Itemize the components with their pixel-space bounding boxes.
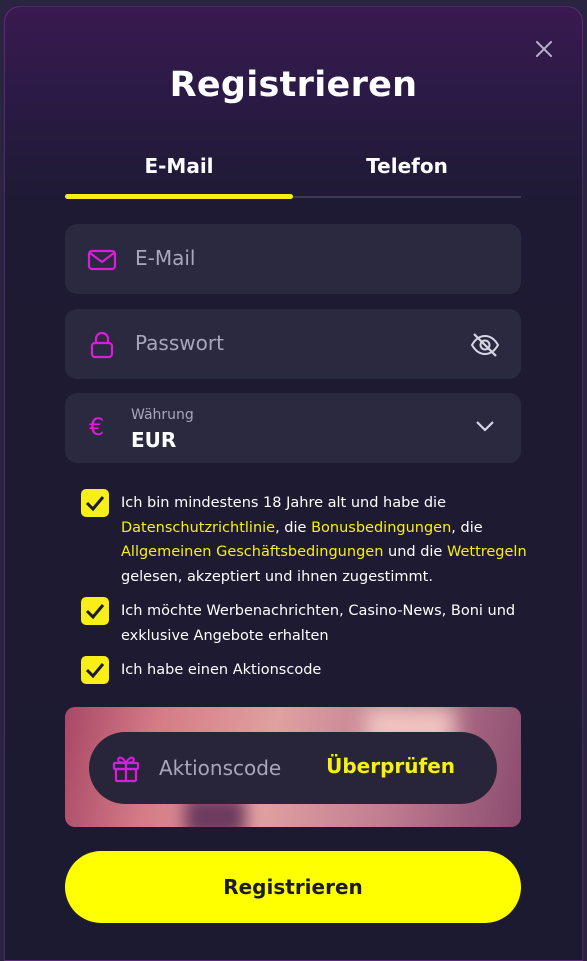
consent-terms-text: Ich bin mindestens 18 Jahre alt und habe…	[121, 491, 533, 589]
privacy-policy-link[interactable]: Datenschutzrichtlinie	[121, 520, 275, 536]
lock-icon	[90, 331, 114, 359]
promo-code-checkbox[interactable]	[81, 656, 109, 684]
close-icon[interactable]	[532, 37, 556, 61]
email-field[interactable]: E-Mail	[65, 224, 521, 294]
consent-terms-text-part: Ich bin mindestens 18 Jahre alt und habe…	[121, 495, 447, 511]
promo-code-field[interactable]: Aktionscode Überprüfen	[89, 732, 497, 804]
currency-label: Währung	[131, 407, 194, 423]
tab-active-indicator	[65, 194, 293, 199]
promo-code-toggle-row: Ich habe einen Aktionscode	[81, 656, 531, 686]
tab-bar: E-Mail Telefon	[65, 152, 521, 202]
currency-select[interactable]: € Währung EUR	[65, 393, 521, 463]
consent-terms-checkbox[interactable]	[81, 489, 109, 517]
tab-email[interactable]: E-Mail	[65, 152, 293, 198]
consent-terms-text-part: , die	[275, 519, 312, 536]
promo-code-placeholder: Aktionscode	[159, 756, 282, 780]
consent-marketing-checkbox[interactable]	[81, 597, 109, 625]
check-icon	[85, 663, 105, 679]
password-placeholder: Passwort	[135, 331, 224, 355]
consent-terms-row: Ich bin mindestens 18 Jahre alt und habe…	[81, 489, 531, 589]
consent-marketing-row: Ich möchte Werbenachrichten, Casino-News…	[81, 597, 531, 647]
eye-off-icon[interactable]	[469, 329, 501, 361]
general-terms-link[interactable]: Allgemeinen Geschäftsbedingungen	[121, 544, 383, 560]
consent-terms-text-part: und die	[383, 544, 447, 560]
consent-terms-text-part: gelesen, akzeptiert und ihnen zugestimmt…	[121, 568, 433, 585]
check-icon	[85, 604, 105, 620]
gift-icon	[112, 756, 140, 783]
password-field[interactable]: Passwort	[65, 309, 521, 379]
registration-modal: Registrieren E-Mail Telefon E-Mail Passw…	[4, 6, 583, 961]
euro-icon: €	[89, 413, 105, 441]
bonus-terms-link[interactable]: Bonusbedingungen	[311, 520, 451, 536]
mail-icon	[87, 249, 117, 271]
modal-title: Registrieren	[169, 65, 418, 105]
email-placeholder: E-Mail	[135, 246, 196, 270]
promo-check-button[interactable]: Überprüfen	[326, 754, 455, 778]
betting-rules-link[interactable]: Wettregeln	[447, 544, 527, 560]
currency-value: EUR	[131, 428, 177, 452]
promo-code-toggle-text: Ich habe einen Aktionscode	[121, 662, 322, 678]
check-icon	[85, 496, 105, 512]
consent-terms-text-part: , die	[451, 519, 483, 536]
consent-marketing-text: Ich möchte Werbenachrichten, Casino-News…	[121, 603, 516, 644]
register-submit-button[interactable]: Registrieren	[65, 851, 521, 923]
tab-phone[interactable]: Telefon	[293, 152, 521, 198]
chevron-down-icon[interactable]	[475, 419, 495, 433]
